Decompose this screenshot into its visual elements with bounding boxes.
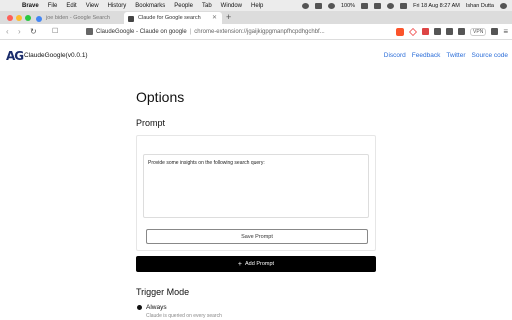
- bluetooth-icon[interactable]: [328, 2, 335, 9]
- claudegoogle-favicon-icon: [128, 15, 134, 22]
- menu-bookmarks[interactable]: Bookmarks: [135, 3, 165, 9]
- wifi-icon[interactable]: [315, 2, 322, 9]
- extension-page-icon: [86, 28, 93, 35]
- close-window-button[interactable]: [7, 14, 13, 21]
- sidebar-icon[interactable]: [458, 28, 466, 35]
- prompt-card: Provide some insights on the following s…: [136, 135, 376, 251]
- claudegoogle-extension-icon[interactable]: [434, 28, 442, 35]
- minimize-window-button[interactable]: [16, 14, 22, 21]
- siri-icon[interactable]: [500, 2, 507, 9]
- menu-icon[interactable]: ≡: [503, 27, 508, 36]
- menu-tab[interactable]: Tab: [202, 3, 212, 9]
- battery-percent: 100%: [341, 2, 356, 9]
- bookmark-icon[interactable]: ☐: [52, 27, 58, 35]
- menubar: Brave File Edit View History Bookmarks P…: [0, 0, 512, 11]
- extensions-puzzle-icon[interactable]: [446, 28, 454, 35]
- menu-window[interactable]: Window: [221, 3, 242, 9]
- search-icon[interactable]: [387, 2, 395, 9]
- source-code-link[interactable]: Source code: [472, 52, 509, 59]
- forward-button[interactable]: ›: [18, 27, 21, 36]
- flag-icon[interactable]: [374, 2, 382, 9]
- tab-bar: joe biden - Google Search Claude for Goo…: [0, 11, 512, 24]
- add-prompt-label: Add Prompt: [245, 261, 275, 267]
- tab-google-search[interactable]: joe biden - Google Search: [32, 12, 122, 24]
- prompt-textarea[interactable]: Provide some insights on the following s…: [143, 154, 369, 218]
- save-prompt-button[interactable]: Save Prompt: [146, 229, 368, 244]
- address-bar[interactable]: ClaudeGoogle - Claude on google | chrome…: [86, 26, 344, 37]
- back-button[interactable]: ‹: [6, 27, 9, 36]
- header-links: Discord Feedback Twitter Source code: [384, 52, 508, 59]
- tab-title: Claude for Google search: [138, 15, 201, 21]
- brand-name: ClaudeGoogle(v0.0.1): [24, 52, 88, 59]
- prompt-section-title: Prompt: [136, 118, 166, 128]
- address-title: ClaudeGoogle - Claude on google: [96, 28, 187, 35]
- reload-button[interactable]: ↻: [30, 27, 37, 36]
- control-center-icon[interactable]: [400, 2, 408, 9]
- menu-history[interactable]: History: [108, 3, 127, 9]
- brave-shields-icon[interactable]: [396, 27, 405, 36]
- menu-app[interactable]: Brave: [22, 3, 39, 9]
- close-tab-icon[interactable]: ✕: [212, 14, 217, 21]
- url-bar: ‹ › ↻ ☐ ClaudeGoogle - Claude on google …: [0, 24, 512, 40]
- always-option-label[interactable]: Always: [146, 304, 167, 311]
- address-url: chrome-extension://jgaijkigpgmanpfhcpdhg…: [194, 28, 325, 35]
- status-area: 100% Fri 18 Aug 8:27 AM Ishan Dutta: [302, 0, 507, 11]
- always-radio[interactable]: [137, 305, 142, 310]
- menu-view[interactable]: View: [86, 3, 99, 9]
- brave-rewards-icon[interactable]: [409, 27, 418, 36]
- user-name[interactable]: Ishan Dutta: [466, 3, 494, 9]
- trigger-mode-title: Trigger Mode: [136, 287, 190, 297]
- battery-icon[interactable]: [361, 2, 369, 9]
- menu-help[interactable]: Help: [251, 3, 263, 9]
- google-favicon-icon: [36, 15, 42, 22]
- status-icon[interactable]: [302, 2, 309, 9]
- menu-file[interactable]: File: [48, 3, 58, 9]
- discord-link[interactable]: Discord: [384, 52, 406, 59]
- new-tab-button[interactable]: +: [226, 12, 231, 22]
- plus-icon: +: [237, 260, 243, 268]
- vpn-button[interactable]: VPN: [470, 27, 487, 36]
- page-title: Options: [136, 89, 185, 105]
- menu-edit[interactable]: Edit: [66, 3, 76, 9]
- toolbar-right: VPN ≡: [396, 27, 508, 36]
- tab-title: joe biden - Google Search: [46, 15, 110, 21]
- address-separator: |: [189, 28, 192, 35]
- zoom-window-button[interactable]: [25, 14, 31, 21]
- menu-people[interactable]: People: [174, 3, 193, 9]
- twitter-link[interactable]: Twitter: [446, 52, 465, 59]
- add-prompt-button[interactable]: + Add Prompt: [136, 256, 376, 272]
- wallet-icon[interactable]: [491, 28, 499, 35]
- claudegoogle-logo: AG: [6, 49, 24, 63]
- always-option-description: Claude is queried on every search: [146, 313, 222, 319]
- feedback-link[interactable]: Feedback: [412, 52, 441, 59]
- clock[interactable]: Fri 18 Aug 8:27 AM: [413, 3, 460, 9]
- extension-icon[interactable]: [422, 28, 430, 35]
- tab-claude-google[interactable]: Claude for Google search ✕: [124, 12, 222, 24]
